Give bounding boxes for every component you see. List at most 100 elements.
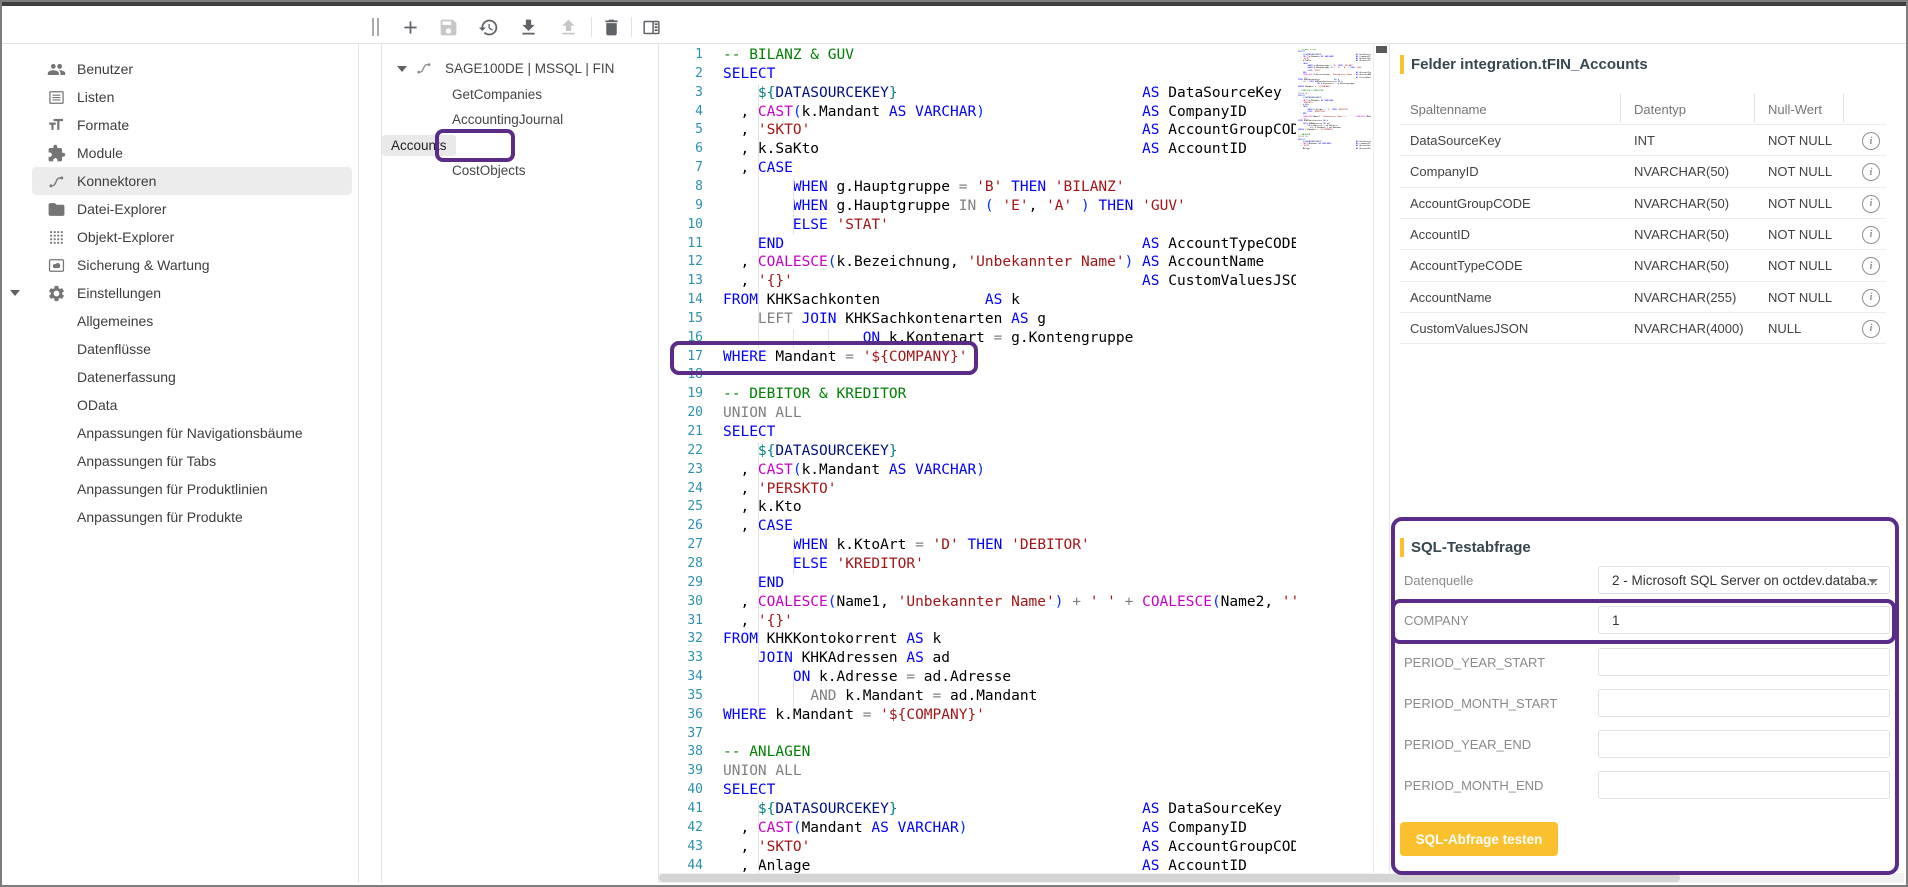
sidebar-item-label: Formate [77,117,129,133]
sidebar-item-datei-explorer[interactable]: Datei-Explorer [32,195,352,223]
cell-column-name: CompanyID [1410,164,1479,179]
sidebar-item-module[interactable]: Module [32,139,352,167]
tree-item-accountingjournal[interactable]: AccountingJournal [382,107,658,132]
sidebar-item-anpassungen-f-r-tabs[interactable]: Anpassungen für Tabs [32,447,352,475]
company-input[interactable]: 1 [1598,606,1890,634]
line-number: 9 [659,198,703,213]
run-sql-test-button[interactable]: SQL-Abfrage testen [1400,822,1558,856]
sidebar-item-formate[interactable]: Formate [32,111,352,139]
cell-nullable: NOT NULL [1768,258,1832,273]
upload-icon [558,17,579,38]
field-label: PERIOD_MONTH_END [1404,778,1543,793]
sidebar-item-label: Sicherung & Wartung [77,257,210,273]
toggle-panel-button[interactable] [639,15,663,39]
info-icon[interactable]: i [1862,289,1880,307]
info-icon[interactable]: i [1862,195,1880,213]
sidebar-item-einstellungen[interactable]: Einstellungen [32,279,352,307]
code-line-39: 39UNION ALL [659,762,1296,781]
line-number: 24 [659,481,703,496]
connector-icon [415,59,435,79]
splitter-drag-handle-icon[interactable] [372,18,382,36]
code-line-35: 35 AND k.Mandant = ad.Mandant [659,687,1296,706]
line-number: 32 [659,631,703,646]
line-number: 7 [659,160,703,175]
code-line-1: 1-- BILANZ & GUV [659,46,1296,65]
sidebar-item-objekt-explorer[interactable]: Objekt-Explorer [32,223,352,251]
datasource-select[interactable]: 2 - Microsoft SQL Server on octdev.datab… [1598,566,1890,594]
info-icon[interactable]: i [1862,132,1880,150]
chevron-down-icon [1868,579,1878,584]
period-month-start-input[interactable] [1598,689,1890,717]
header-separator [1843,94,1844,122]
sidebar-item-datenerfassung[interactable]: Datenerfassung [32,363,352,391]
sidebar-item-odata[interactable]: OData [32,391,352,419]
period-year-end-input[interactable] [1598,730,1890,758]
sidebar-item-anpassungen-f-r-produkte[interactable]: Anpassungen für Produkte [32,503,352,531]
period-month-end-input[interactable] [1598,771,1890,799]
code-line-6: 6 , k.SaKto AS AccountID [659,140,1296,159]
chevron-down-icon[interactable] [10,290,20,296]
delete-button[interactable] [599,15,623,39]
code-line-3: 3 ${DATASOURCEKEY} AS DataSourceKey [659,84,1296,103]
line-number: 30 [659,594,703,609]
line-number: 1 [659,47,703,62]
sidebar-item-benutzer[interactable]: Benutzer [32,55,352,83]
sidebar-item-label: Anpassungen für Tabs [77,453,216,469]
horizontal-scrollbar[interactable] [659,873,1904,883]
code-line-17: 17WHERE Mandant = '${COMPANY}' [659,348,1296,367]
code-line-7: 7 , CASE [659,159,1296,178]
code-area[interactable]: 1-- BILANZ & GUV2SELECT3 ${DATASOURCEKEY… [659,44,1296,873]
period-year-start-input[interactable] [1598,648,1890,676]
line-number: 26 [659,518,703,533]
code-line-40: 40SELECT [659,781,1296,800]
settings-icon [47,284,66,303]
format-icon [44,113,68,137]
column-header-spaltenname: Spaltenname [1410,102,1487,117]
sidebar-item-sicherung-wartung[interactable]: Sicherung & Wartung [32,251,352,279]
chevron-down-icon[interactable] [397,66,407,72]
info-icon[interactable]: i [1862,226,1880,244]
sidebar-item-datenfl-sse[interactable]: Datenflüsse [32,335,352,363]
info-icon[interactable]: i [1862,163,1880,181]
code-line-36: 36WHERE k.Mandant = '${COMPANY}' [659,706,1296,725]
vertical-scrollbar-thumb[interactable] [1376,46,1387,53]
sidebar-item-anpassungen-f-r-produktlinien[interactable]: Anpassungen für Produktlinien [32,475,352,503]
add-button[interactable] [398,15,422,39]
upload-button[interactable] [556,15,580,39]
sql-editor: 1-- BILANZ & GUV2SELECT3 ${DATASOURCEKEY… [659,44,1389,873]
sidebar-item-label: Datei-Explorer [77,201,166,217]
code-line-24: 24 , 'PERSKTO' [659,480,1296,499]
line-number: 38 [659,744,703,759]
line-number: 14 [659,292,703,307]
sidebar-item-anpassungen-f-r-navigationsb-ume[interactable]: Anpassungen für Navigationsbäume [32,419,352,447]
sidebar-divider[interactable] [358,44,359,883]
module-icon [44,141,68,165]
info-icon[interactable]: i [1862,257,1880,275]
tree-root-sage100de-mssql-fin[interactable]: SAGE100DE | MSSQL | FIN [382,56,658,81]
horizontal-scrollbar-thumb[interactable] [659,874,1680,882]
tree-item-label: AccountingJournal [452,112,563,127]
info-icon[interactable]: i [1862,320,1880,338]
tree-item-costobjects[interactable]: CostObjects [382,158,658,183]
code-line-30: 30 , COALESCE(Name1, 'Unbekannter Name')… [659,593,1296,612]
editor-minimap[interactable]: -- BILANZ & GUVSELECT ${DATASOURCEKEY} A… [1298,49,1371,159]
plus-icon [400,17,421,38]
cell-nullable: NOT NULL [1768,133,1832,148]
tree-item-accounts[interactable]: Accounts [382,133,658,158]
sidebar-item-allgemeines[interactable]: Allgemeines [32,307,352,335]
download-button[interactable] [516,15,540,39]
sidebar-item-konnektoren[interactable]: Konnektoren [32,167,352,195]
restore-version-button[interactable] [476,15,500,39]
module-icon [47,144,66,163]
line-number: 41 [659,801,703,816]
save-button[interactable] [436,15,460,39]
cell-nullable: NULL [1768,321,1801,336]
sidebar-item-listen[interactable]: Listen [32,83,352,111]
line-number: 8 [659,179,703,194]
tree-item-getcompanies[interactable]: GetCompanies [382,82,658,107]
header-separator [1754,94,1755,122]
code-line-41: 41 ${DATASOURCEKEY} AS DataSourceKey [659,800,1296,819]
code-line-15: 15 LEFT JOIN KHKSachkontenarten AS g [659,310,1296,329]
code-line-26: 26 , CASE [659,517,1296,536]
connector-icon [415,59,433,77]
